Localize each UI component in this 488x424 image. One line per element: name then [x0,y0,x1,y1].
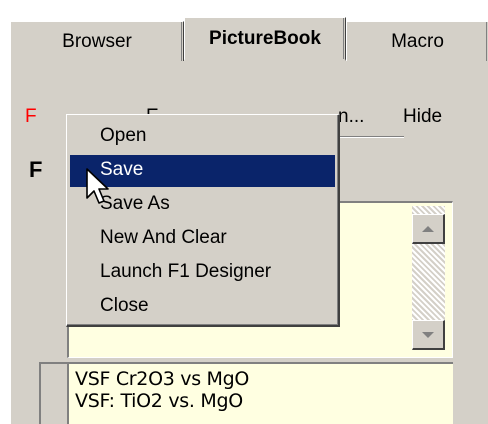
menu-item-launch-f1-designer[interactable]: Launch F1 Designer [70,257,335,289]
menu-item-new-and-clear[interactable]: New And Clear [70,223,335,255]
list-item[interactable]: VSF Cr2O3 vs MgO [75,368,249,390]
arrow-down-icon [422,331,434,338]
file-context-menu: Open Save Save As New And Clear Launch F… [66,114,340,327]
application-window: Browser Macro PictureBook F E n... Hide … [0,0,488,424]
tab-macro[interactable]: Macro [346,21,488,61]
tab-picturebook-label: PictureBook [209,27,321,49]
list-item[interactable]: VSF: TiO2 vs. MgO [75,390,243,412]
menu-item-close[interactable]: Close [70,291,335,323]
menu-hide[interactable]: Hide [403,106,442,136]
arrow-cursor-icon [86,168,109,204]
tab-browser[interactable]: Browser [10,21,184,61]
tab-macro-label: Macro [391,30,444,52]
menu-item-open[interactable]: Open [70,121,335,153]
menu-item-label: Save As [100,193,170,214]
scroll-down-button[interactable] [412,320,445,350]
arrow-up-icon [422,225,434,232]
scroll-up-button[interactable] [412,214,445,244]
menu-item-label: Close [100,295,149,316]
vertical-scrollbar[interactable] [412,206,445,350]
menu-item-label: New And Clear [100,227,227,248]
tab-picturebook[interactable]: PictureBook [184,17,346,61]
menu-file[interactable]: F [25,106,37,136]
menu-item-label: Open [100,125,147,146]
menu-item-label: Launch F1 Designer [100,261,272,282]
section-heading: F [29,157,43,182]
tab-browser-label: Browser [62,30,132,52]
list-gutter [39,362,67,424]
macro-list[interactable]: VSF Cr2O3 vs MgO VSF: TiO2 vs. MgO [67,362,453,424]
menu-item-fragment[interactable]: n... [338,106,364,136]
